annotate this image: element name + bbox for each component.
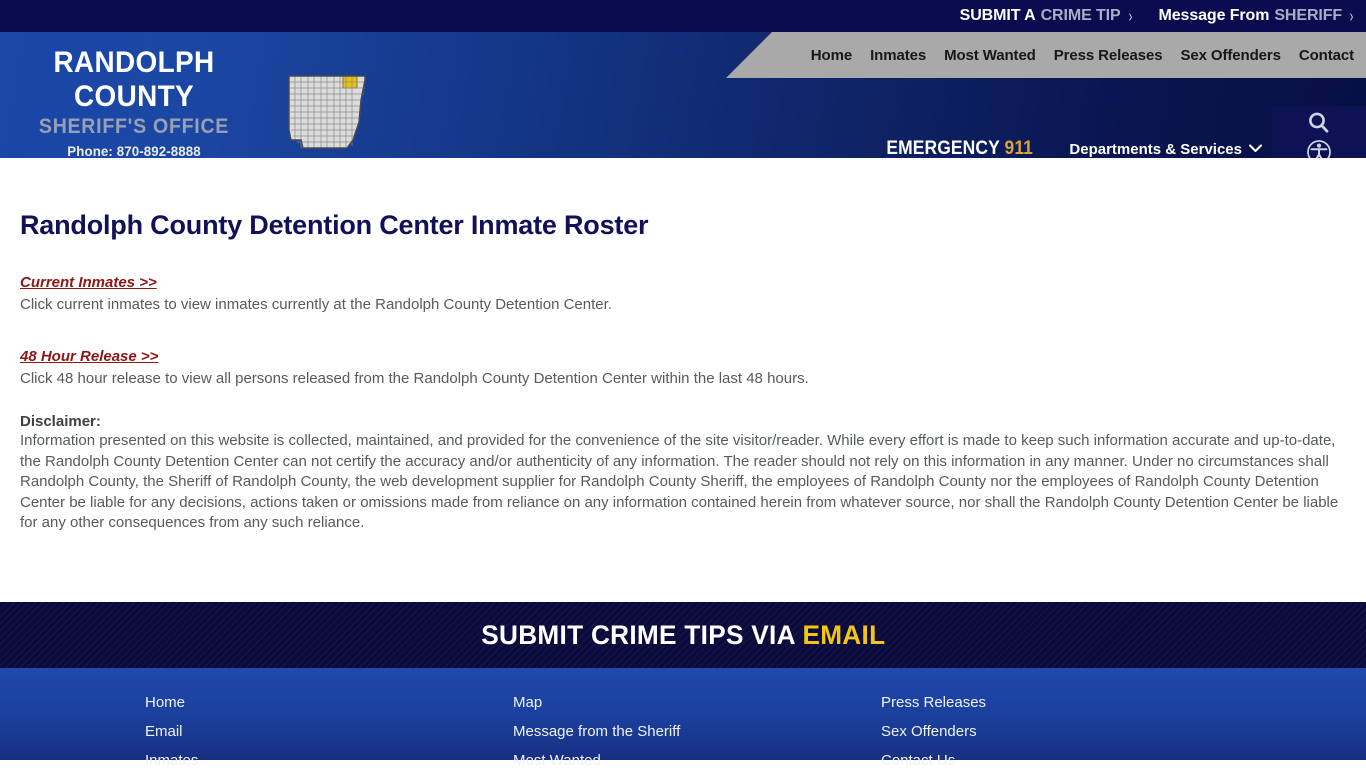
nav-item-contact[interactable]: Contact [1299,47,1354,64]
arkansas-map-icon [288,75,366,149]
site-header: RANDOLPH COUNTY SHERIFF'S OFFICE Phone: … [0,32,1366,158]
footer-link-columns: Home Email Inmates Map Message from the … [0,668,1366,768]
footer-link-message-from-sheriff[interactable]: Message from the Sheriff [513,717,881,746]
footer-link-inmates[interactable]: Inmates [145,746,513,768]
nav-item-inmates[interactable]: Inmates [870,47,926,64]
footer-column-2: Map Message from the Sheriff Most Wanted [513,688,881,768]
emergency-label: EMERGENCY 911 [886,138,1033,158]
submit-crime-tip-dim: CRIME TIP [1040,7,1121,24]
current-inmates-description: Click current inmates to view inmates cu… [20,296,612,313]
nav-item-home[interactable]: Home [811,47,852,64]
tips-banner-strong: SUBMIT CRIME TIPS VIA [480,619,795,650]
page-title: Randolph County Detention Center Inmate … [20,210,649,240]
search-icon[interactable] [1304,108,1334,138]
nav-item-sex-offenders[interactable]: Sex Offenders [1180,47,1281,64]
footer-link-map[interactable]: Map [513,688,881,717]
chevron-right-icon: › [1349,6,1354,26]
48-hour-release-link[interactable]: 48 Hour Release >> [20,348,158,365]
nav-item-press-releases[interactable]: Press Releases [1054,47,1163,64]
footer-column-3: Press Releases Sex Offenders Contact Us [881,688,1249,768]
header-utility-column [1272,106,1366,158]
site-brand[interactable]: RANDOLPH COUNTY SHERIFF'S OFFICE Phone: … [0,46,268,158]
message-from-sheriff-strong: Message From [1158,7,1270,24]
arkansas-map-logo: Arkansas [281,70,373,158]
footer-link-home[interactable]: Home [145,688,513,717]
disclaimer-body: Information presented on this website is… [20,432,1339,531]
footer-link-press-releases[interactable]: Press Releases [881,688,1249,717]
departments-services-label: Departments & Services [1069,140,1242,158]
brand-phone: Phone: 870-892-8888 [67,143,201,158]
submit-crime-tip-link[interactable]: SUBMIT A CRIME TIP › [959,6,1133,26]
emergency-row: EMERGENCY 911 Departments & Services [880,138,1263,158]
utility-topbar: SUBMIT A CRIME TIP › Message From SHERIF… [0,0,1366,32]
accessibility-icon[interactable] [1306,139,1332,158]
chevron-right-icon: › [1128,6,1132,26]
submit-crime-tips-banner: SUBMIT CRIME TIPS VIA EMAIL [0,602,1366,668]
emergency-number: 911 [1004,138,1034,158]
emergency-text: EMERGENCY [886,138,1000,158]
nav-item-most-wanted[interactable]: Most Wanted [944,47,1036,64]
chevron-down-icon [1248,142,1263,156]
footer-link-email[interactable]: Email [145,717,513,746]
submit-crime-tips-email-link[interactable]: SUBMIT CRIME TIPS VIA EMAIL [481,620,885,651]
main-content: Randolph County Detention Center Inmate … [0,158,1366,602]
message-from-sheriff-dim: SHERIFF [1274,7,1343,24]
main-navigation: Home Inmates Most Wanted Press Releases … [726,32,1366,78]
submit-crime-tip-strong: SUBMIT A [959,7,1036,24]
departments-services-dropdown[interactable]: Departments & Services [1069,140,1263,158]
footer-link-sex-offenders[interactable]: Sex Offenders [881,717,1249,746]
48-hour-release-description: Click 48 hour release to view all person… [20,370,809,387]
footer-link-most-wanted[interactable]: Most Wanted [513,746,881,768]
disclaimer-label: Disclaimer: [20,413,101,430]
brand-subtitle: SHERIFF'S OFFICE [38,115,230,138]
message-from-sheriff-link[interactable]: Message From SHERIFF › [1158,6,1355,26]
current-inmates-link[interactable]: Current Inmates >> [20,274,157,291]
tips-banner-highlight: EMAIL [802,619,886,650]
footer-column-1: Home Email Inmates [145,688,513,768]
footer-link-contact-us[interactable]: Contact Us [881,746,1249,768]
brand-title: RANDOLPH COUNTY [53,46,215,113]
